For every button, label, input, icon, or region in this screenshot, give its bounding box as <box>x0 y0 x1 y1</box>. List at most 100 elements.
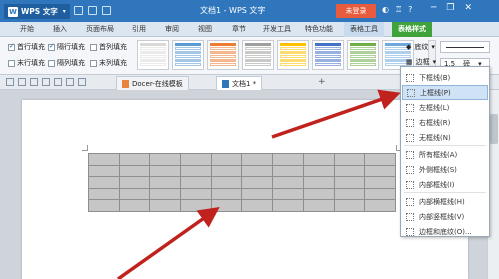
table-cell[interactable] <box>149 164 182 177</box>
menu-item-border[interactable]: 所有框线(A) <box>402 147 488 162</box>
tab-page-layout[interactable]: 页面布局 <box>86 24 114 34</box>
shading-button[interactable]: ◆ 底纹 ▾ <box>406 42 435 52</box>
table-cell[interactable] <box>180 187 212 200</box>
print-icon[interactable] <box>88 6 97 15</box>
menu-item-border[interactable]: 外侧框线(S) <box>402 162 488 177</box>
print-icon[interactable] <box>42 78 50 86</box>
scrollbar-thumb[interactable] <box>490 114 498 144</box>
table-cell[interactable] <box>302 199 335 212</box>
table-cell[interactable] <box>118 199 151 212</box>
tab-document1[interactable]: 文档1 * <box>216 76 263 90</box>
table-cell[interactable] <box>272 153 304 166</box>
tab-insert[interactable]: 插入 <box>53 24 67 34</box>
login-button[interactable]: 未登录 <box>336 4 376 18</box>
table-cell[interactable] <box>118 153 151 166</box>
table-cell[interactable] <box>88 187 120 200</box>
table-style-swatch[interactable] <box>207 40 239 70</box>
tab-table-tools[interactable]: 表格工具 <box>344 22 384 37</box>
save-icon[interactable] <box>30 78 38 86</box>
menu-item-border[interactable]: 上框线(P) <box>402 85 488 100</box>
tab-table-style[interactable]: 表格样式 <box>392 22 432 37</box>
table-cell[interactable] <box>88 176 120 189</box>
tab-chapter[interactable]: 章节 <box>232 24 246 34</box>
checkbox-last-row[interactable]: 末行填充 <box>8 58 45 68</box>
tab-view[interactable]: 视图 <box>198 24 212 34</box>
table-cell[interactable] <box>241 153 274 166</box>
menu-item-border[interactable]: 无框线(N) <box>402 130 488 145</box>
minimize-icon[interactable]: ─ <box>431 3 436 13</box>
new-doc-icon[interactable] <box>6 78 14 86</box>
table-cell[interactable] <box>272 176 304 189</box>
tab-start[interactable]: 开始 <box>20 24 34 34</box>
close-icon[interactable]: ✕ <box>465 3 473 13</box>
table-style-swatch[interactable] <box>312 40 344 70</box>
menu-item-border[interactable]: 边框和底纹(O)... <box>402 224 488 239</box>
table-cell[interactable] <box>88 164 120 177</box>
help-icon[interactable]: ? <box>408 5 412 14</box>
table-cell[interactable] <box>302 153 335 166</box>
table-cell[interactable] <box>364 153 396 166</box>
table-cell[interactable] <box>88 199 120 212</box>
table-cell[interactable] <box>210 187 243 200</box>
table-style-swatch[interactable] <box>137 40 169 70</box>
skin-icon[interactable]: ◐ <box>382 5 389 14</box>
undo-icon[interactable] <box>66 78 74 86</box>
table-cell[interactable] <box>333 153 366 166</box>
table-style-swatch[interactable] <box>242 40 274 70</box>
table-style-swatch[interactable] <box>172 40 204 70</box>
tab-features[interactable]: 特色功能 <box>305 24 333 34</box>
add-tab-icon[interactable]: + <box>318 77 326 87</box>
table-cell[interactable] <box>364 199 396 212</box>
menu-item-border[interactable]: 内部横框线(H) <box>402 194 488 209</box>
table-style-swatch[interactable] <box>347 40 379 70</box>
table-cell[interactable] <box>210 176 243 189</box>
tab-developer[interactable]: 开发工具 <box>263 24 291 34</box>
line-style-select[interactable] <box>440 41 490 53</box>
open-icon[interactable] <box>18 78 26 86</box>
menu-item-border[interactable]: 下框线(B) <box>402 70 488 85</box>
table-cell[interactable] <box>149 153 182 166</box>
table-cell[interactable] <box>210 164 243 177</box>
checkbox-banded-rows[interactable]: 隔行填充 <box>48 42 85 52</box>
table-cell[interactable] <box>272 187 304 200</box>
menu-item-border[interactable]: 内部框线(I) <box>402 177 488 192</box>
undo-icon[interactable] <box>102 6 111 15</box>
table-cell[interactable] <box>241 199 274 212</box>
table-cell[interactable] <box>241 176 274 189</box>
table-cell[interactable] <box>302 164 335 177</box>
table-cell[interactable] <box>118 176 151 189</box>
preview-icon[interactable] <box>54 78 62 86</box>
save-icon[interactable] <box>74 6 83 15</box>
table-cell[interactable] <box>180 176 212 189</box>
tab-docer-templates[interactable]: Docer-在线模板 <box>116 76 189 90</box>
table-cell[interactable] <box>180 153 212 166</box>
table-cell[interactable] <box>210 199 243 212</box>
checkbox-banded-columns[interactable]: 隔列填充 <box>48 58 85 68</box>
table-cell[interactable] <box>272 164 304 177</box>
table-cell[interactable] <box>364 187 396 200</box>
table-cell[interactable] <box>364 176 396 189</box>
table-cell[interactable] <box>210 153 243 166</box>
table-cell[interactable] <box>88 153 120 166</box>
table-style-swatch[interactable] <box>277 40 309 70</box>
table-cell[interactable] <box>149 187 182 200</box>
shirt-icon[interactable]: ♖ <box>395 5 402 14</box>
document-table[interactable] <box>88 153 396 212</box>
table-cell[interactable] <box>241 164 274 177</box>
checkbox-last-column[interactable]: 末列填充 <box>90 58 127 68</box>
tab-review[interactable]: 审阅 <box>165 24 179 34</box>
menu-item-border[interactable]: 内部竖框线(V) <box>402 209 488 224</box>
table-cell[interactable] <box>364 164 396 177</box>
redo-icon[interactable] <box>78 78 86 86</box>
table-cell[interactable] <box>149 176 182 189</box>
table-cell[interactable] <box>333 164 366 177</box>
menu-item-border[interactable]: 左框线(L) <box>402 100 488 115</box>
checkbox-header-row[interactable]: 首行填充 <box>8 42 45 52</box>
table-cell[interactable] <box>333 176 366 189</box>
table-cell[interactable] <box>241 187 274 200</box>
table-cell[interactable] <box>333 187 366 200</box>
table-cell[interactable] <box>149 199 182 212</box>
app-menu-button[interactable]: W WPS 文字 ▾ <box>4 4 70 19</box>
table-cell[interactable] <box>180 164 212 177</box>
table-cell[interactable] <box>302 176 335 189</box>
